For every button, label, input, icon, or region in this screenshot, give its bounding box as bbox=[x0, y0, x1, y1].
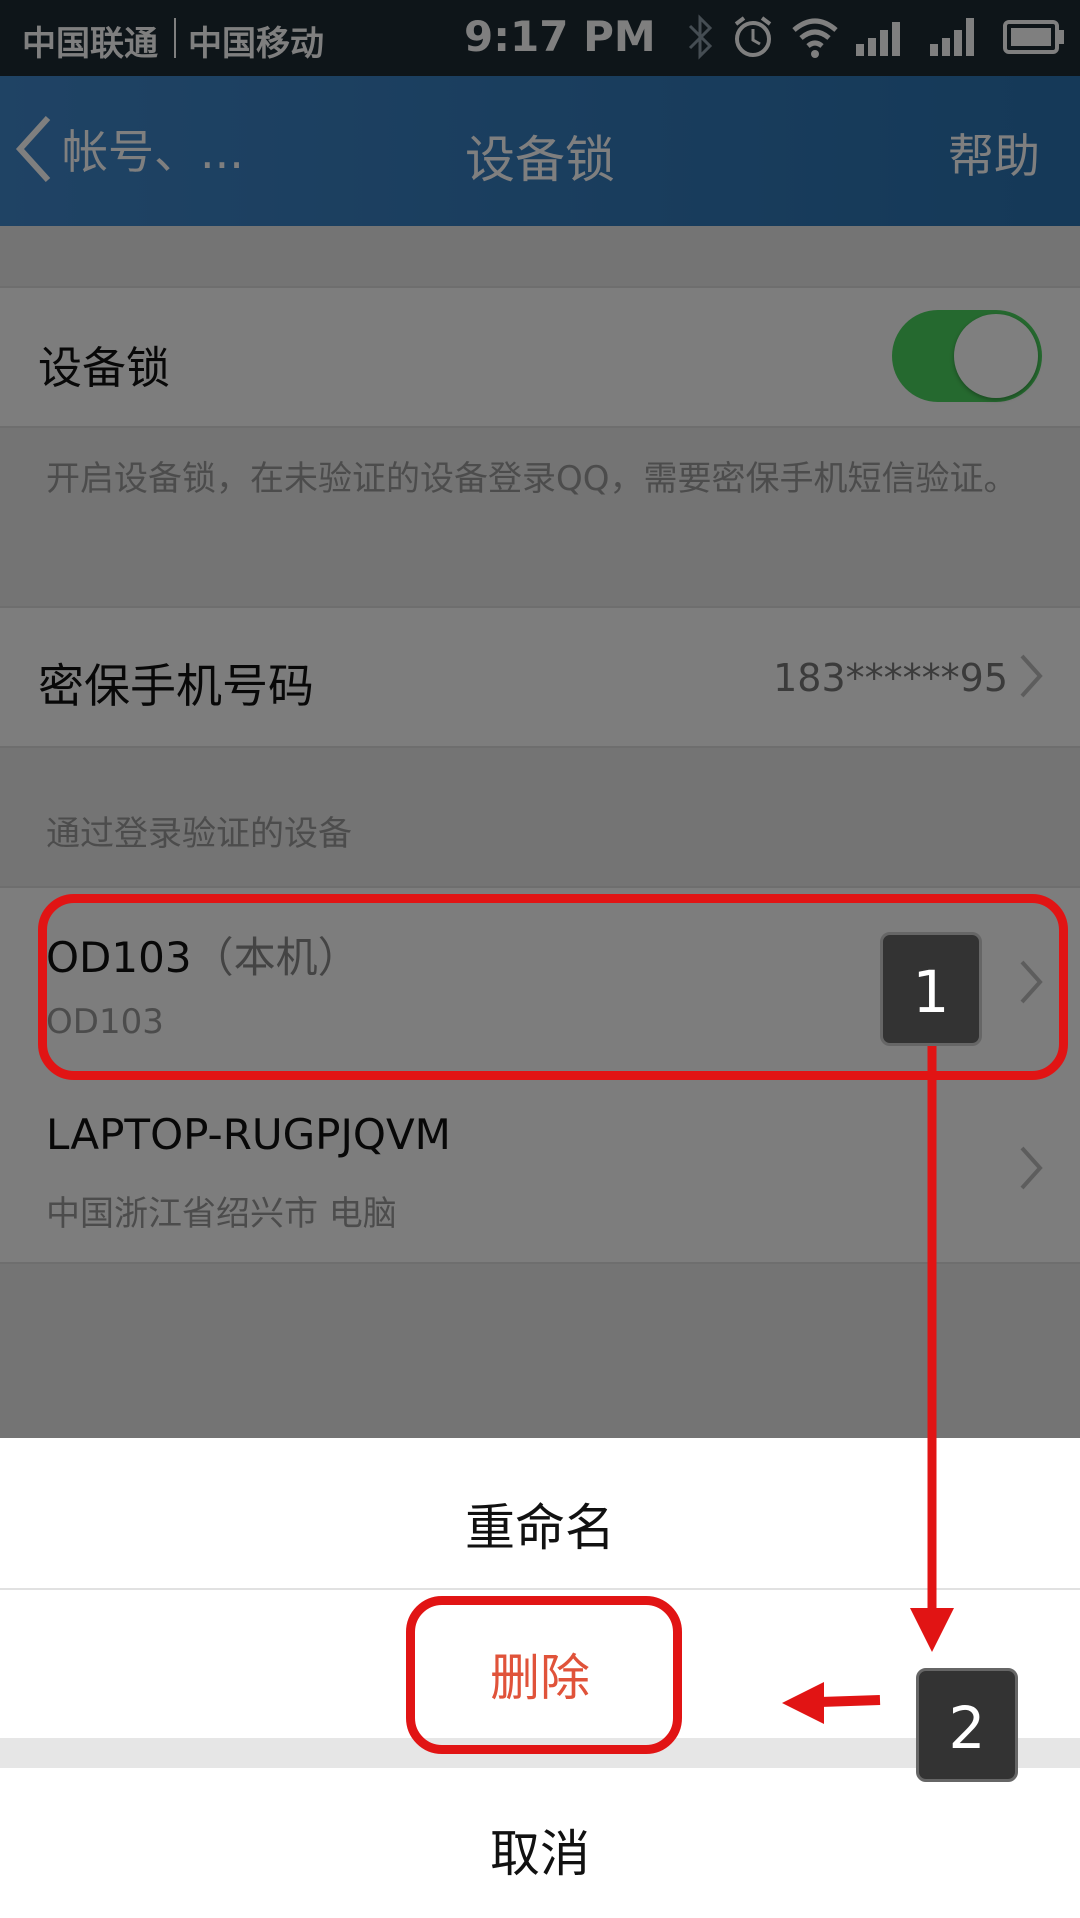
step-badge-1: 1 bbox=[880, 932, 982, 1046]
step-badge-2: 2 bbox=[916, 1668, 1018, 1782]
